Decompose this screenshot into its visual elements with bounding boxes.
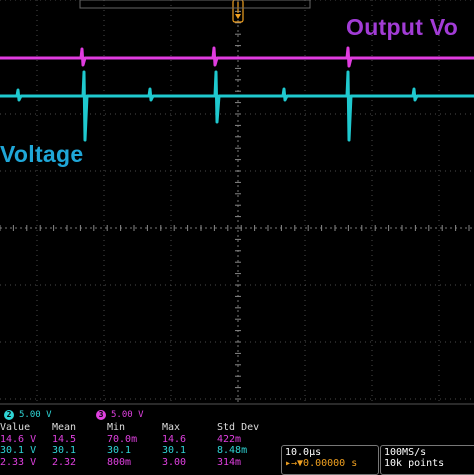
trigger-position: ▸→▼0.00000 s: [285, 458, 358, 469]
channel-2-badge: 2: [4, 410, 14, 420]
measurement-cell: 14.5: [52, 433, 77, 445]
channel-3-scale[interactable]: 3 5.00 V: [96, 410, 144, 420]
measurement-header-row: Value Mean Min Max Std Dev: [0, 422, 277, 434]
input-trace-line: [0, 70, 474, 142]
timebase-scale: 10.0µs: [285, 447, 322, 458]
header-std-dev: Std Dev: [217, 422, 260, 433]
output-voltage-label: Output Vo: [346, 14, 459, 40]
measurement-cell: 314m: [217, 456, 242, 468]
measurement-cell: 422m: [217, 433, 242, 445]
measurement-row: 30.1 V 30.1 30.1 30.1 8.48m: [0, 445, 277, 457]
input-voltage-label: Voltage: [0, 141, 84, 167]
header-mean: Mean: [52, 422, 77, 433]
scope-display: [0, 0, 474, 405]
measurement-cell: 2.33 V: [0, 456, 37, 468]
measurement-cell: 30.1: [52, 445, 77, 457]
graticule: [0, 0, 474, 405]
header-min: Min: [107, 422, 126, 433]
channel-2-scale[interactable]: 2 5.00 V: [4, 410, 52, 420]
measurement-cell: 30.1 V: [0, 445, 37, 457]
measurement-cell: 30.1: [162, 445, 187, 457]
input-voltage-trace: [0, 70, 474, 142]
sample-rate: 100MS/s: [384, 447, 427, 458]
output-trace-line: [0, 46, 474, 68]
measurement-cell: 3.00: [162, 456, 187, 468]
measurement-cell: 14.6: [162, 433, 187, 445]
channel-2-scale-value: 5.00 V: [19, 410, 52, 420]
trigger-position-marker[interactable]: [232, 0, 244, 23]
record-view-bar[interactable]: [79, 0, 311, 9]
header-value: Value: [0, 422, 31, 433]
acquisition-readout[interactable]: 100MS/s 10k points: [380, 445, 474, 475]
measurement-cell: 2.32: [52, 456, 77, 468]
measurement-table: Value Mean Min Max Std Dev 14.6 V 14.5 7…: [0, 422, 277, 468]
output-voltage-trace: [0, 46, 474, 68]
measurement-row: 14.6 V 14.5 70.0m 14.6 422m: [0, 434, 277, 446]
measurement-cell: 70.0m: [107, 433, 138, 445]
timebase-readout[interactable]: 10.0µs ▸→▼0.00000 s: [281, 445, 379, 475]
measurement-row: 2.33 V 2.32 800m 3.00 314m: [0, 457, 277, 469]
channel-3-scale-value: 5.00 V: [111, 410, 144, 420]
measurement-cell: 8.48m: [217, 445, 248, 457]
measurement-cell: 30.1: [107, 445, 132, 457]
measurement-cell: 800m: [107, 456, 132, 468]
header-max: Max: [162, 422, 181, 433]
measurement-cell: 14.6 V: [0, 433, 37, 445]
record-length: 10k points: [384, 458, 445, 469]
channel-3-badge: 3: [96, 410, 106, 420]
